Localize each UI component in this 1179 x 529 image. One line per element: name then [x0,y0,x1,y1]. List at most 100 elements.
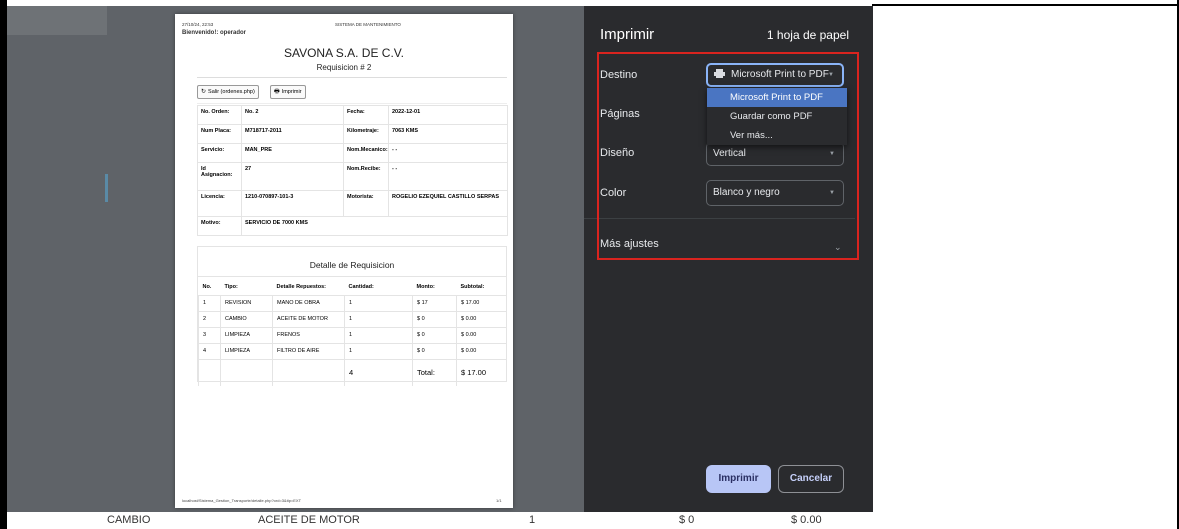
table-cell: MANO DE OBRA [272,294,345,311]
frame-left-border [0,0,7,529]
dropdown-caret-icon: ▼ [829,190,835,196]
info-value: - - [388,162,508,191]
destination-value: Microsoft Print to PDF [731,69,829,80]
table-cell: CAMBIO [107,514,151,526]
destination-dropdown-menu: Microsoft Print to PDF Guardar como PDF … [707,88,847,145]
total-label: Total: [412,358,457,386]
table-cell: FRENOS [272,326,345,343]
detail-header-row: No. Tipo: Detalle Repuestos: Cantidad: M… [198,280,507,296]
info-value: 7063 KMS [388,124,508,144]
print-dialog: Imprimir 1 hoja de papel Destino Microso… [584,6,873,512]
info-value: 2022-12-01 [388,105,508,125]
table-cell: $ 0.00 [456,342,507,359]
frame-top-border [872,4,1179,6]
sheet-count: 1 hoja de papel [766,28,849,42]
print-page-number: 1/1 [496,498,502,503]
destination-option-microsoft-pdf[interactable]: Microsoft Print to PDF [707,88,847,107]
table-row: 1 REVISION MANO DE OBRA 1 $ 17 $ 17.00 [198,294,507,311]
table-cell: REVISION [220,294,273,311]
column-header: Subtotal: [456,280,507,296]
table-cell [198,358,221,386]
info-value: ROGELIO EZEQUIEL CASTILLO SERPAS [388,190,508,217]
detail-title: Detalle de Requisicion [309,260,395,270]
info-value: MAN_PRE [241,143,344,163]
info-key: Nom.Mecanico: [343,143,389,163]
table-cell: 1 [344,342,413,359]
backdrop-header-strip [7,6,107,35]
exit-button: ↻ Salir (ordenes.php) [197,85,259,99]
color-label: Color [600,187,627,199]
table-cell: FILTRO DE AIRE [272,342,345,359]
total-quantity: 4 [344,358,413,386]
table-cell: 1 [344,294,413,311]
table-cell: $ 17 [412,294,457,311]
print-page-button: 🖶 Imprimir [270,85,306,99]
dropdown-caret-icon: ▼ [829,151,835,157]
dialog-title: Imprimir [600,26,655,43]
table-cell: CAMBIO [220,310,273,327]
exit-button-label: Salir (ordenes.php) [208,89,255,95]
table-row: 4 LIMPIEZA FILTRO DE AIRE 1 $ 0 $ 0.00 [198,342,507,359]
info-value: SERVICIO DE 7000 KMS [241,216,508,236]
color-value: Blanco y negro [713,187,780,198]
info-key: Licencia: [197,190,242,217]
total-row: 4 Total: $ 17.00 [198,358,507,386]
requisition-number: Requisicion # 2 [316,63,372,72]
table-cell: 1 [198,294,221,311]
column-header: Cantidad: [344,280,413,296]
info-key: Motivo: [197,216,242,236]
table-row: 3 LIMPIEZA FRENOS 1 $ 0 $ 0.00 [198,326,507,343]
more-settings-toggle[interactable]: Más ajustes [600,238,659,250]
dropdown-caret-icon: ▼ [828,72,834,78]
destination-option-save-pdf[interactable]: Guardar como PDF [707,107,847,126]
detail-table: No. Tipo: Detalle Repuestos: Cantidad: M… [198,280,507,386]
divider [584,218,855,219]
table-cell: LIMPIEZA [220,342,273,359]
total-value: $ 17.00 [456,358,507,386]
layout-select[interactable]: Vertical ▼ [706,142,844,166]
print-system-name: SISTEMA DE MANTENIMIENTO [335,22,401,27]
requisition-detail-panel: Detalle de Requisicion No. Tipo: Detalle… [197,246,507,386]
info-value: No. 2 [241,105,344,125]
column-header: Monto: [412,280,457,296]
table-cell: $ 0.00 [456,310,507,327]
print-preview-page: 27/10/24, 22:53 SISTEMA DE MANTENIMIENTO… [175,14,513,508]
info-key: Fecha: [343,105,389,125]
screenshot: si 27/10/24, 22:53 SISTEMA DE MANTENIMIE… [0,0,1179,529]
info-value: - - [388,143,508,163]
backdrop-accent-bar [105,174,108,202]
printer-icon: 🖶 [274,89,280,95]
table-cell: 1 [344,310,413,327]
cancel-button[interactable]: Cancelar [778,465,844,493]
company-name: SAVONA S.A. DE C.V. [283,46,405,60]
info-row: Servicio: MAN_PRE Nom.Mecanico: - - [197,143,508,163]
divider [197,77,507,78]
print-datetime: 27/10/24, 22:53 [182,22,214,27]
table-cell: 1 [344,326,413,343]
destination-option-see-more[interactable]: Ver más... [707,126,847,145]
print-button[interactable]: Imprimir [706,465,771,493]
info-key: Id Asignacion: [197,162,242,191]
info-row: No. Orden: No. 2 Fecha: 2022-12-01 [197,105,508,125]
info-row: Num Placa: M718717-2011 Kilometraje: 706… [197,124,508,144]
info-key: Motorista: [343,190,389,217]
layout-value: Vertical [713,148,746,159]
printer-icon [714,69,725,78]
table-cell: $ 0 [412,342,457,359]
table-cell: ACEITE DE MOTOR [258,514,360,526]
destination-label: Destino [600,69,638,81]
table-cell: 1 [529,514,536,526]
info-row: Id Asignacion: 27 Nom.Recibe: - - [197,162,508,191]
pages-label: Páginas [600,108,640,120]
info-key: Nom.Recibe: [343,162,389,191]
chevron-down-icon[interactable]: ⌄ [834,242,842,253]
order-info-table: No. Orden: No. 2 Fecha: 2022-12-01 Num P… [197,105,508,236]
column-header: Tipo: [220,280,273,296]
color-select[interactable]: Blanco y negro ▼ [706,180,844,206]
table-cell [220,358,273,386]
table-cell: $ 0 [412,326,457,343]
info-row: Motivo: SERVICIO DE 7000 KMS [197,216,508,236]
column-header: No. [198,280,221,296]
layout-label: Diseño [600,147,635,159]
destination-select[interactable]: Microsoft Print to PDF ▼ [706,63,844,87]
